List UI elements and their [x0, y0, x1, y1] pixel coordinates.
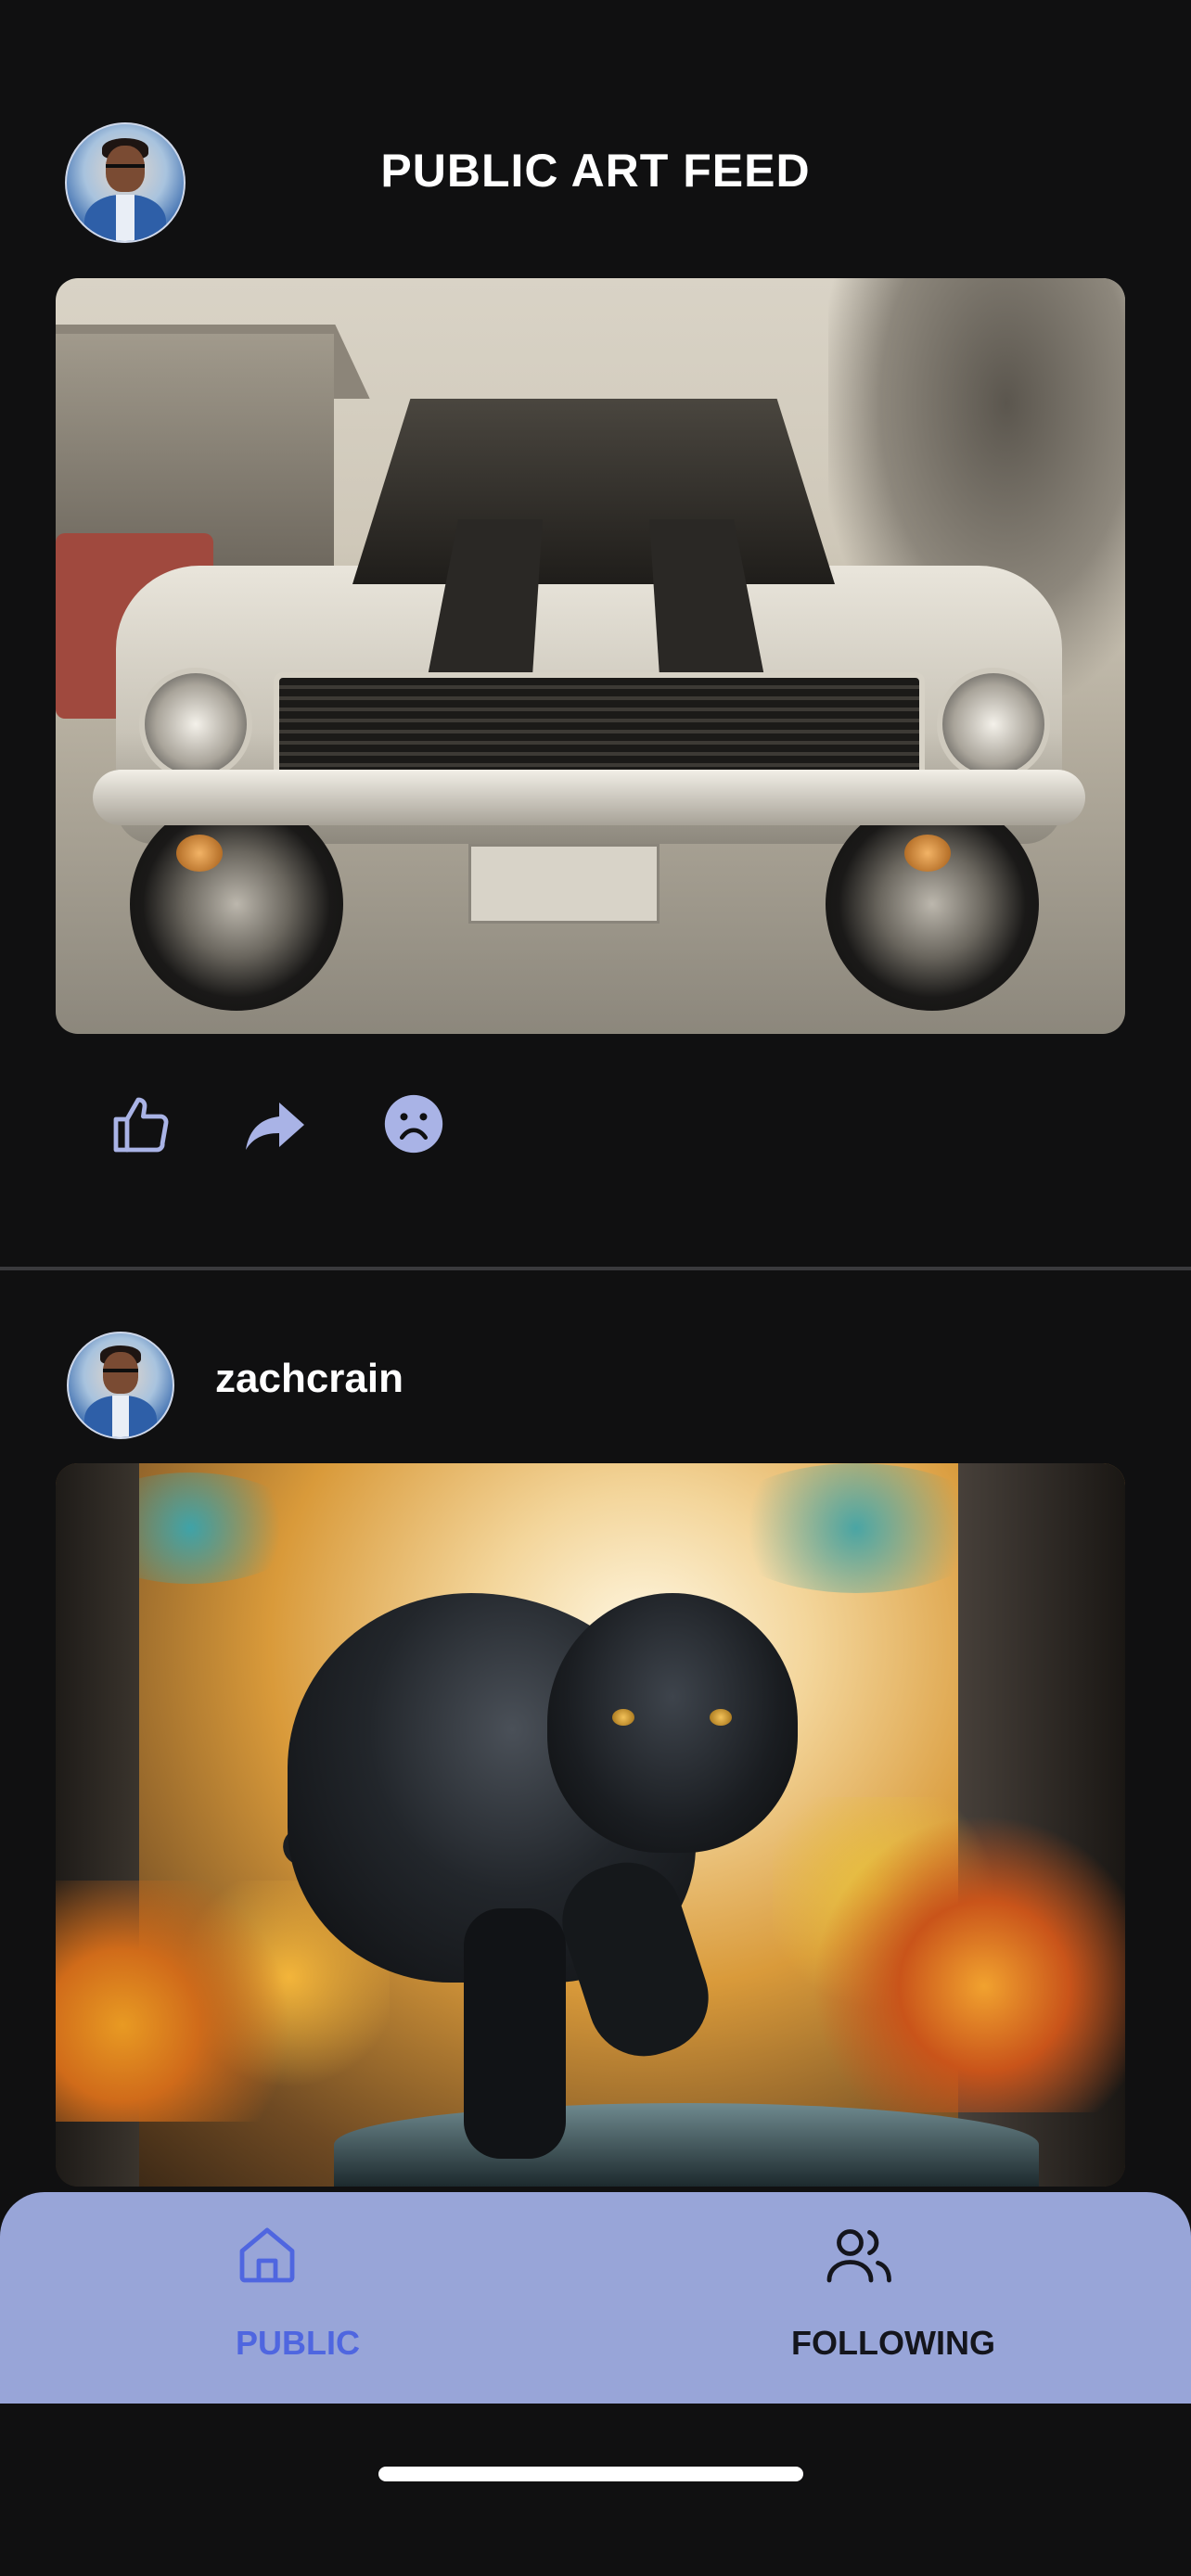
share-button[interactable]: [243, 1094, 310, 1155]
bottom-tab-bar: PUBLIC FOLLOWING: [0, 2192, 1191, 2404]
dislike-button[interactable]: [382, 1092, 445, 1155]
tab-public[interactable]: PUBLIC: [0, 2192, 596, 2404]
sad-face-icon: [384, 1094, 443, 1154]
post-author-avatar[interactable]: [67, 1332, 174, 1439]
tab-following[interactable]: FOLLOWING: [596, 2192, 1191, 2404]
users-icon: [826, 2229, 891, 2283]
post-author-username[interactable]: zachcrain: [215, 1356, 403, 1402]
page-title: PUBLIC ART FEED: [380, 145, 811, 197]
tab-public-label: PUBLIC: [236, 2324, 360, 2362]
like-button[interactable]: [108, 1091, 174, 1158]
share-arrow-icon: [246, 1103, 304, 1150]
thumbs-up-icon: [113, 1097, 169, 1153]
home-icon: [239, 2227, 295, 2283]
post-divider: [0, 1267, 1191, 1270]
post-image-car[interactable]: [56, 278, 1125, 1034]
home-indicator[interactable]: [378, 2467, 803, 2481]
tab-following-label: FOLLOWING: [791, 2324, 995, 2362]
post-image-panther[interactable]: [56, 1463, 1125, 2187]
